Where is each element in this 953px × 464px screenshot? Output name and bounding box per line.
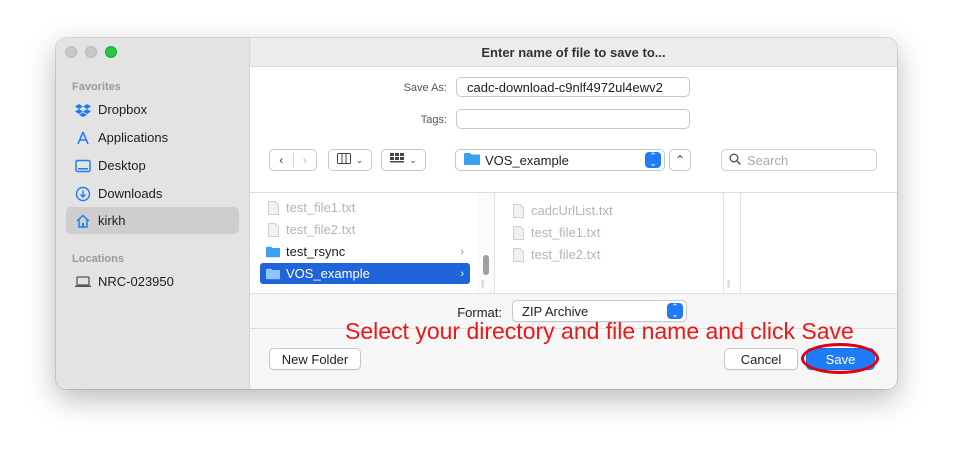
list-item[interactable]: test_file2.txt xyxy=(505,244,715,265)
folder-icon xyxy=(464,152,480,168)
file-name: test_file2.txt xyxy=(286,222,356,237)
chevron-up-icon: ⌃ xyxy=(674,153,686,167)
tags-field[interactable] xyxy=(456,109,690,129)
folder-name: test_rsync xyxy=(286,244,346,259)
window-controls xyxy=(65,46,117,58)
save-as-field[interactable]: cadc-download-c9nlf4972ul4ewv2 xyxy=(456,77,690,97)
column-1-scrollbar[interactable]: || xyxy=(478,193,495,293)
chevron-down-icon: ⌄ xyxy=(355,154,364,165)
instruction-annotation: Select your directory and file name and … xyxy=(345,318,854,344)
computer-icon xyxy=(74,273,92,291)
search-input[interactable]: Search xyxy=(721,149,877,171)
window-title: Enter name of file to save to... xyxy=(481,45,666,60)
document-icon xyxy=(266,222,280,238)
column-2-scrollbar[interactable]: || xyxy=(724,193,741,293)
minimize-window-button[interactable] xyxy=(85,46,97,58)
popup-arrows-icon: ⌃ ⌄ xyxy=(645,152,661,168)
grid-icon xyxy=(390,153,405,167)
file-name: cadcUrlList.txt xyxy=(531,203,613,218)
sidebar-item-downloads[interactable]: Downloads xyxy=(66,180,239,207)
locations-heading: Locations xyxy=(72,253,124,265)
sidebar-item-dropbox[interactable]: Dropbox xyxy=(66,96,239,123)
file-browser: test_file1.txt test_file2.txt test_rsync… xyxy=(250,193,897,293)
tags-label: Tags: xyxy=(420,114,447,126)
chevron-right-icon: › xyxy=(460,245,464,258)
scroll-thumb[interactable] xyxy=(483,255,489,275)
sidebar-item-label: NRC-023950 xyxy=(98,274,174,289)
collapse-button[interactable]: ⌃ xyxy=(669,149,691,171)
list-item[interactable]: test_file1.txt xyxy=(505,222,715,243)
folder-name: VOS_example xyxy=(286,266,370,281)
back-icon[interactable]: ‹ xyxy=(270,153,294,167)
sidebar-item-label: Applications xyxy=(98,130,169,145)
folder-icon xyxy=(266,244,280,260)
sidebar-item-label: Desktop xyxy=(98,158,146,173)
cancel-button[interactable]: Cancel xyxy=(724,348,798,370)
file-name: test_file1.txt xyxy=(531,225,601,240)
list-item[interactable]: VOS_example › xyxy=(260,263,470,284)
sidebar-item-label: Downloads xyxy=(98,186,163,201)
format-value: ZIP Archive xyxy=(522,303,589,319)
back-forward-control: ‹ › xyxy=(269,149,317,171)
sidebar: Favorites Dropbox Applications Desktop D… xyxy=(56,38,250,389)
sidebar-item-desktop[interactable]: Desktop xyxy=(66,152,239,179)
group-button[interactable]: ⌄ xyxy=(381,149,426,171)
sidebar-item-kirkh[interactable]: kirkh xyxy=(66,207,239,234)
sidebar-item-label: Dropbox xyxy=(98,102,148,117)
file-name: test_file1.txt xyxy=(286,200,356,215)
favorites-heading: Favorites xyxy=(72,81,121,93)
home-icon xyxy=(74,212,92,230)
applications-icon xyxy=(74,129,92,147)
folder-icon xyxy=(266,266,280,282)
list-item[interactable]: test_file1.txt xyxy=(260,197,470,218)
list-item[interactable]: cadcUrlList.txt xyxy=(505,200,715,221)
list-item[interactable]: test_rsync › xyxy=(260,241,470,262)
document-icon xyxy=(266,200,280,216)
close-window-button[interactable] xyxy=(65,46,77,58)
document-icon xyxy=(511,247,525,263)
save-highlight-ring xyxy=(801,343,879,374)
column-resize-handle[interactable]: || xyxy=(481,279,484,288)
list-item[interactable]: test_file2.txt xyxy=(260,219,470,240)
browser-column-1: test_file1.txt test_file2.txt test_rsync… xyxy=(250,193,479,293)
chevron-down-icon: ⌄ xyxy=(409,154,417,165)
downloads-icon xyxy=(74,185,92,203)
search-placeholder: Search xyxy=(747,152,789,168)
document-icon xyxy=(511,203,525,219)
forward-icon[interactable]: › xyxy=(294,153,317,167)
title-bar: Enter name of file to save to... xyxy=(250,38,897,67)
location-label: VOS_example xyxy=(485,152,569,168)
sidebar-item-applications[interactable]: Applications xyxy=(66,124,239,151)
sidebar-item-nrc-023950[interactable]: NRC-023950 xyxy=(66,268,239,295)
browser-column-2: cadcUrlList.txt test_file1.txt test_file… xyxy=(495,193,724,293)
desktop-icon xyxy=(74,157,92,175)
view-mode-button[interactable]: ⌄ xyxy=(328,149,372,171)
document-icon xyxy=(511,225,525,241)
column-resize-handle[interactable]: || xyxy=(727,279,730,288)
chevron-right-icon: › xyxy=(460,267,464,280)
zoom-window-button[interactable] xyxy=(105,46,117,58)
new-folder-button[interactable]: New Folder xyxy=(269,348,361,370)
columns-view-icon xyxy=(336,153,351,167)
dropbox-icon xyxy=(74,101,92,119)
file-name: test_file2.txt xyxy=(531,247,601,262)
popup-arrows-icon: ⌃ ⌄ xyxy=(667,303,683,319)
sidebar-item-label: kirkh xyxy=(98,213,126,228)
search-icon xyxy=(729,153,742,168)
save-as-label: Save As: xyxy=(403,82,447,94)
location-popup[interactable]: VOS_example ⌃ ⌄ xyxy=(455,149,665,171)
save-options-panel: Save As: cadc-download-c9nlf4972ul4ewv2 … xyxy=(250,67,897,193)
